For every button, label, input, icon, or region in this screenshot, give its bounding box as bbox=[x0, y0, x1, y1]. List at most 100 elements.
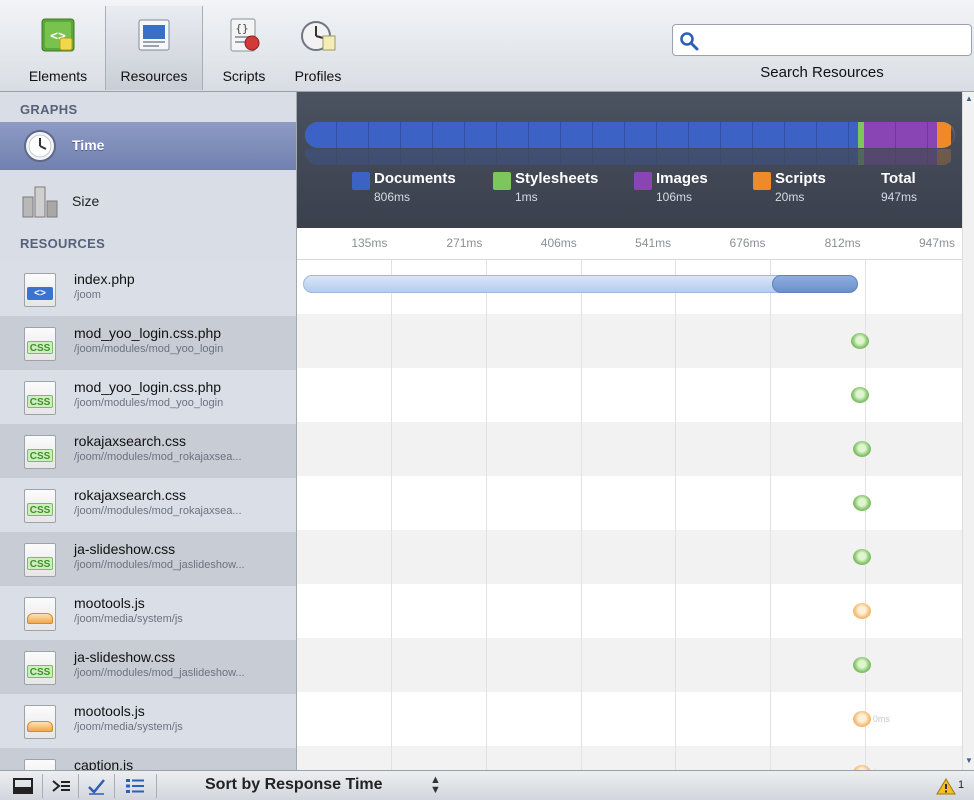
legend-swatch bbox=[493, 172, 511, 190]
tick-label: 676ms bbox=[729, 236, 766, 250]
scripts-icon: {} bbox=[230, 18, 260, 52]
script-timing-marker[interactable] bbox=[852, 603, 871, 619]
resource-path: /joom//modules/mod_rokajaxsea... bbox=[74, 451, 242, 463]
resource-item[interactable]: CSS rokajaxsearch.css/joom//modules/mod_r… bbox=[0, 424, 296, 478]
resources-sidebar: GRAPHS Time Size RESOURCES <> index.php/j… bbox=[0, 92, 297, 770]
stylesheet-timing-marker[interactable] bbox=[852, 549, 871, 565]
scripts-tab-button[interactable]: {} Scripts bbox=[205, 6, 283, 90]
resource-name: index.php bbox=[74, 271, 135, 287]
css-file-icon: CSS bbox=[24, 435, 56, 469]
scroll-up-arrow-icon[interactable]: ▲ bbox=[965, 94, 973, 103]
size-icon bbox=[22, 186, 58, 218]
resource-item[interactable]: mootools.js/joom/media/system/js bbox=[0, 586, 296, 640]
resource-path: /joom/media/system/js bbox=[74, 721, 183, 733]
tick-label: 812ms bbox=[824, 236, 861, 250]
elements-tab-button[interactable]: <> Elements bbox=[12, 6, 104, 90]
profiles-icon bbox=[301, 21, 336, 51]
enable-resource-tracking-icon[interactable] bbox=[86, 777, 108, 795]
css-file-icon: CSS bbox=[24, 489, 56, 523]
console-icon[interactable] bbox=[50, 777, 72, 795]
sort-arrows-icon[interactable]: ▲ ▼ bbox=[430, 775, 441, 796]
elements-label: Elements bbox=[28, 68, 88, 84]
grid-line bbox=[769, 260, 771, 770]
legend-value: 806ms bbox=[374, 190, 411, 204]
warning-icon[interactable] bbox=[936, 778, 956, 795]
legend-value: 106ms bbox=[656, 190, 693, 204]
summary-stacked-bar bbox=[305, 122, 955, 148]
resource-item[interactable]: CSS rokajaxsearch.css/joom//modules/mod_r… bbox=[0, 478, 296, 532]
stylesheet-timing-marker[interactable] bbox=[850, 387, 869, 403]
file-type-badge: CSS bbox=[27, 557, 53, 570]
dock-to-window-icon[interactable] bbox=[12, 777, 34, 795]
css-file-icon: CSS bbox=[24, 381, 56, 415]
resources-label: Resources bbox=[120, 68, 188, 84]
resource-item[interactable]: CSS ja-slideshow.css/joom//modules/mod_ja… bbox=[0, 640, 296, 694]
search-field[interactable] bbox=[703, 29, 965, 51]
legend-value: 947ms bbox=[881, 190, 918, 204]
scroll-down-arrow-icon[interactable]: ▼ bbox=[965, 756, 973, 765]
document-download-bar bbox=[772, 275, 858, 293]
legend-value: 20ms bbox=[775, 190, 805, 204]
status-separator bbox=[42, 774, 43, 798]
search-icon bbox=[680, 32, 699, 51]
stylesheet-timing-marker[interactable] bbox=[852, 441, 871, 457]
summary-segment-reflection bbox=[936, 149, 951, 165]
status-bar: Sort by Response Time ▲ ▼ 1 bbox=[0, 770, 974, 800]
resource-item[interactable]: caption.js bbox=[0, 748, 296, 770]
search-input[interactable] bbox=[672, 24, 972, 56]
resource-path: /joom//modules/mod_jaslideshow... bbox=[74, 559, 245, 571]
stylesheet-timing-marker[interactable] bbox=[852, 657, 871, 673]
resource-path: /joom/modules/mod_yoo_login bbox=[74, 343, 224, 355]
resource-name: mod_yoo_login.css.php bbox=[74, 325, 222, 341]
resource-item[interactable]: mootools.js/joom/media/system/js bbox=[0, 694, 296, 748]
resource-item[interactable]: CSS ja-slideshow.css/joom//modules/mod_ja… bbox=[0, 532, 296, 586]
resource-item[interactable]: CSS mod_yoo_login.css.php/joom/modules/mo… bbox=[0, 316, 296, 370]
vertical-scrollbar[interactable]: ▲ ▼ bbox=[962, 92, 974, 770]
summary-segment bbox=[936, 122, 951, 148]
large-resources-list-icon[interactable] bbox=[124, 777, 146, 795]
legend-value: 1ms bbox=[515, 190, 538, 204]
script-timing-marker[interactable] bbox=[852, 711, 871, 727]
timeline-ruler: 135ms 271ms 406ms 541ms 676ms 812ms 947ms bbox=[297, 228, 962, 260]
resource-name: ja-slideshow.css bbox=[74, 541, 176, 557]
graphs-heading: GRAPHS bbox=[20, 102, 78, 117]
legend-swatch bbox=[352, 172, 370, 190]
css-file-icon: CSS bbox=[24, 651, 56, 685]
profiles-label: Profiles bbox=[294, 68, 342, 84]
sidebar-item-size-graph[interactable]: Size bbox=[0, 176, 296, 226]
profiles-tab-button[interactable]: Profiles bbox=[286, 6, 350, 90]
elements-icon: <> bbox=[41, 18, 75, 52]
file-type-badge bbox=[27, 721, 53, 732]
resources-icon bbox=[138, 19, 170, 51]
clock-icon bbox=[24, 130, 56, 162]
summary-segment bbox=[305, 122, 859, 148]
tick-label: 406ms bbox=[540, 236, 577, 250]
resource-name: mod_yoo_login.css.php bbox=[74, 379, 222, 395]
css-file-icon: CSS bbox=[24, 543, 56, 577]
resource-name: rokajaxsearch.css bbox=[74, 487, 187, 503]
resource-path: /joom//modules/mod_jaslideshow... bbox=[74, 667, 245, 679]
resources-tab-button[interactable]: Resources bbox=[105, 6, 203, 90]
sidebar-item-time-graph[interactable]: Time bbox=[0, 122, 296, 170]
marker-duration-label: 0ms bbox=[872, 714, 890, 724]
document-file-icon: <> bbox=[24, 273, 56, 307]
file-type-badge: <> bbox=[27, 287, 53, 300]
resource-name: mootools.js bbox=[74, 703, 145, 719]
main-toolbar: <> Elements Resources {} Scripts Profile… bbox=[0, 0, 974, 92]
grid-line bbox=[391, 260, 393, 770]
time-graph-label: Time bbox=[72, 137, 105, 153]
summary-segment-reflection bbox=[864, 149, 937, 165]
sort-select[interactable]: Sort by Response Time bbox=[205, 776, 383, 794]
resources-heading: RESOURCES bbox=[20, 236, 106, 251]
resource-name: ja-slideshow.css bbox=[74, 649, 176, 665]
scripts-label: Scripts bbox=[222, 68, 266, 84]
resource-item[interactable]: <> index.php/joom bbox=[0, 262, 296, 316]
grid-line bbox=[580, 260, 582, 770]
grid-line bbox=[486, 260, 488, 770]
legend-swatch bbox=[634, 172, 652, 190]
resource-item[interactable]: CSS mod_yoo_login.css.php/joom/modules/mo… bbox=[0, 370, 296, 424]
file-type-badge: CSS bbox=[27, 665, 53, 678]
file-type-badge: CSS bbox=[27, 503, 53, 516]
stylesheet-timing-marker[interactable] bbox=[852, 495, 871, 511]
tick-label: 947ms bbox=[918, 236, 955, 250]
